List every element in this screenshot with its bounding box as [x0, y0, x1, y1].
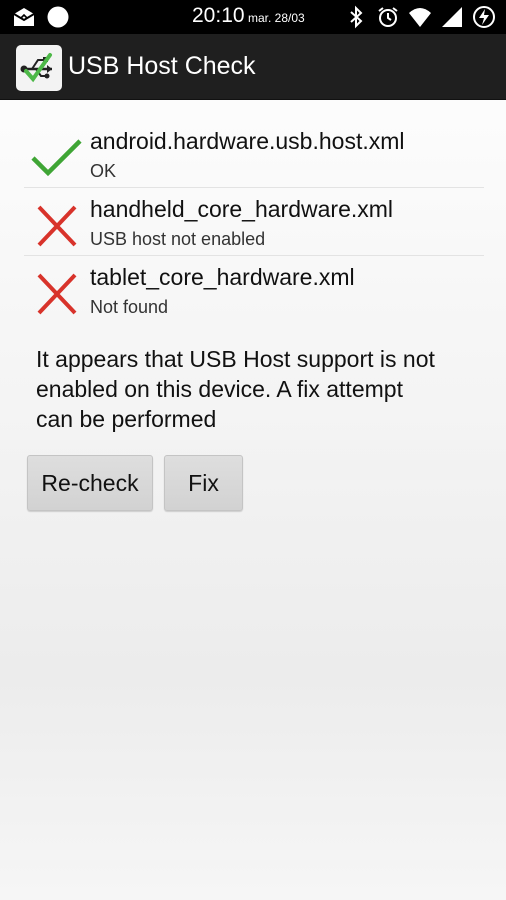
check-list: android.hardware.usb.host.xml OK handhel…: [24, 120, 484, 324]
usb-check-icon: [16, 45, 62, 91]
check-item-tablet-core: tablet_core_hardware.xml Not found: [24, 256, 484, 324]
status-date: mar. 28/03: [248, 11, 305, 25]
check-icon: [31, 139, 82, 177]
app-title: USB Host Check: [68, 52, 256, 80]
check-item-handheld-core: handheld_core_hardware.xml USB host not …: [24, 188, 484, 256]
check-item-status: OK: [90, 161, 117, 181]
cross-icon: [37, 205, 77, 247]
notification-dot-icon: [47, 6, 69, 28]
status-time: 20:10: [192, 4, 245, 27]
check-item-name: android.hardware.usb.host.xml: [90, 128, 405, 154]
battery-charging-icon: [473, 6, 495, 28]
check-item-name: tablet_core_hardware.xml: [90, 264, 355, 290]
signal-icon: [442, 7, 462, 27]
cross-icon: [37, 273, 77, 315]
wifi-icon: [409, 8, 431, 27]
fix-button[interactable]: Fix: [164, 455, 243, 511]
bluetooth-icon: [350, 5, 363, 29]
alarm-icon: [378, 7, 398, 27]
check-item-status: USB host not enabled: [90, 229, 266, 249]
status-bar: 20:10 mar. 28/03: [0, 0, 506, 34]
check-item-name: handheld_core_hardware.xml: [90, 196, 394, 222]
mail-icon: [13, 8, 35, 26]
info-message: It appears that USB Host support is not …: [36, 346, 435, 432]
check-item-usb-host: android.hardware.usb.host.xml OK: [24, 120, 484, 188]
action-bar: USB Host Check: [0, 34, 506, 100]
recheck-button[interactable]: Re-check: [27, 455, 153, 511]
check-item-status: Not found: [90, 297, 169, 317]
